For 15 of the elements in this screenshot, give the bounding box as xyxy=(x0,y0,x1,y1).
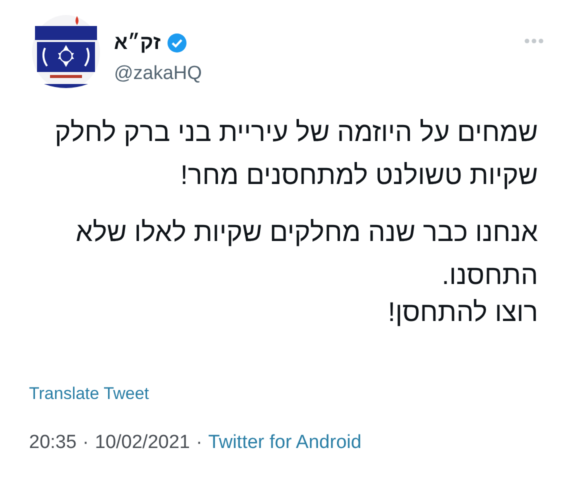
author-handle: @zakaHQ xyxy=(114,62,202,86)
source-link[interactable]: Twitter for Android xyxy=(208,429,362,458)
tweet-text-line: אנחנו כבר שנה מחלקים שקיות לאלו שלא xyxy=(76,216,538,249)
more-options-icon[interactable] xyxy=(524,38,544,44)
logo-icon xyxy=(30,12,102,90)
tweet-text-line: התחסנו. xyxy=(442,259,538,292)
tweet-date: 10/02/2021 xyxy=(94,431,190,455)
tweet-text-line: שמחים על היוזמה של עיריית בני ברק לחלק xyxy=(54,116,538,149)
separator-dot: · xyxy=(82,431,89,455)
translate-tweet-link[interactable]: Translate Tweet xyxy=(29,384,150,403)
separator-dot: · xyxy=(196,431,202,455)
author-name: זק״א xyxy=(114,31,161,56)
tweet-time: 20:35 xyxy=(29,431,77,455)
tweet-text-line: רוצו להתחסן! xyxy=(388,296,538,329)
tweet-text-line: שקיות טשולנט למתחסנים מחר! xyxy=(180,159,538,192)
